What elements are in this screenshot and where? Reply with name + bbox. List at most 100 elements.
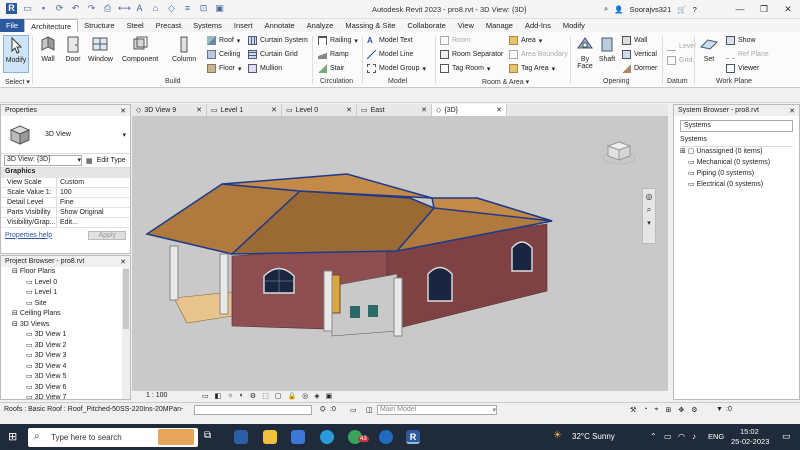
- column-button[interactable]: Column: [172, 35, 196, 63]
- wall-button[interactable]: Wall: [38, 35, 58, 63]
- level-button[interactable]: Level: [667, 42, 696, 51]
- modify-button[interactable]: Modify: [3, 35, 29, 73]
- restore-icon[interactable]: ❐: [752, 0, 776, 19]
- system-item[interactable]: ▭ Mechanical (0 systems): [680, 158, 799, 169]
- component-button[interactable]: Component: [122, 35, 158, 63]
- view-tab[interactable]: ◇ 3D View 9 ✕: [132, 104, 207, 116]
- nav-menu-icon[interactable]: ▾: [647, 219, 651, 227]
- arched-window[interactable]: [511, 241, 533, 272]
- background-process-icon[interactable]: ⚙: [691, 406, 697, 414]
- ribbon-tab-insert[interactable]: Insert: [228, 19, 259, 32]
- close-tab-icon[interactable]: ✕: [496, 106, 502, 114]
- measure-icon[interactable]: ⟷: [118, 3, 131, 14]
- select-underlay-icon[interactable]: ◔: [643, 406, 647, 414]
- sun-path-icon[interactable]: ☼: [227, 392, 233, 400]
- close-icon[interactable]: ✕: [120, 258, 126, 266]
- wall-opening-button[interactable]: Wall: [622, 36, 647, 45]
- save-icon[interactable]: ▪: [38, 3, 49, 14]
- worksharing-icon[interactable]: ▣: [326, 392, 333, 400]
- 3d-view-icon[interactable]: ⌂: [150, 3, 161, 14]
- battery-icon[interactable]: ▭: [664, 432, 672, 441]
- property-row[interactable]: View Scale Custom: [1, 178, 130, 188]
- tree-folder[interactable]: ⊟ 3D Views: [1, 320, 130, 331]
- tree-view-item[interactable]: ▭ Level 1: [1, 288, 130, 299]
- thin-lines-icon[interactable]: ≡: [182, 3, 193, 14]
- editable-icon[interactable]: ▭: [350, 406, 357, 414]
- system-filter-select[interactable]: Systems: [680, 120, 793, 132]
- curtain-grid-button[interactable]: Curtain Grid: [248, 50, 298, 59]
- detail-level-icon[interactable]: ▭: [202, 392, 209, 400]
- system-item[interactable]: ▭ Electrical (0 systems): [680, 180, 799, 191]
- revit-app-icon[interactable]: R: [406, 430, 420, 444]
- close-tab-icon[interactable]: ✕: [271, 106, 277, 114]
- ribbon-tab-modify[interactable]: Modify: [557, 19, 591, 32]
- cart-icon[interactable]: 🛒: [677, 5, 686, 14]
- ribbon-tab-view[interactable]: View: [452, 19, 480, 32]
- ramp-button[interactable]: Ramp: [318, 50, 349, 59]
- chair[interactable]: [350, 306, 360, 318]
- workset-select[interactable]: [194, 405, 312, 415]
- column[interactable]: [393, 277, 403, 337]
- scrollbar[interactable]: [122, 267, 130, 399]
- ribbon-tab-add-ins[interactable]: Add-Ins: [519, 19, 557, 32]
- ribbon-tab-file[interactable]: File: [0, 19, 25, 32]
- clock-date[interactable]: 25-02-2023: [731, 437, 769, 446]
- notifications-icon[interactable]: ▭: [782, 431, 791, 442]
- property-value[interactable]: Fine: [56, 198, 130, 207]
- by-face-button[interactable]: By Face: [574, 35, 596, 70]
- ribbon-tab-architecture[interactable]: Architecture: [24, 19, 79, 32]
- worksharing-icon[interactable]: ⛭: [320, 406, 326, 414]
- temp-hide-icon[interactable]: ◎: [302, 392, 308, 400]
- wifi-icon[interactable]: ◠: [678, 432, 685, 441]
- viewer-button[interactable]: Viewer: [726, 64, 759, 73]
- area-boundary-button[interactable]: Area Boundary: [509, 50, 568, 59]
- model-line-button[interactable]: Model Line: [367, 50, 413, 59]
- zoom-app-icon[interactable]: [379, 430, 393, 444]
- design-option-select[interactable]: Main Model ▾: [377, 405, 497, 415]
- door-button[interactable]: Door: [63, 35, 83, 63]
- property-value[interactable]: Edit...: [56, 218, 130, 227]
- steering-wheel-icon[interactable]: ◎: [646, 192, 653, 201]
- switch-windows-icon[interactable]: ▣: [214, 3, 225, 14]
- system-item[interactable]: ⊞ ▢ Unassigned (0 items): [680, 147, 799, 158]
- ribbon-tab-precast[interactable]: Precast: [150, 19, 187, 32]
- shaft-button[interactable]: Shaft: [597, 35, 617, 63]
- close-tab-icon[interactable]: ✕: [421, 106, 427, 114]
- tree-folder[interactable]: ⊟ Floor Plans: [1, 267, 130, 278]
- task-view-icon[interactable]: ⧉: [204, 430, 211, 441]
- tag-room-button[interactable]: Tag Room ▾: [440, 64, 490, 73]
- close-icon[interactable]: ✕: [776, 0, 800, 19]
- roof-button[interactable]: Roof ▾: [207, 36, 240, 45]
- set-button[interactable]: Set: [699, 35, 719, 63]
- print-icon[interactable]: ⎙: [102, 3, 113, 14]
- grid-button[interactable]: Grid: [667, 56, 692, 65]
- area-button[interactable]: Area ▾: [509, 36, 542, 45]
- ribbon-tab-collaborate[interactable]: Collaborate: [401, 19, 451, 32]
- close-icon[interactable]: ✕: [789, 107, 795, 115]
- minimize-icon[interactable]: —: [728, 0, 752, 19]
- drag-elements-icon[interactable]: ✥: [678, 406, 684, 414]
- help-icon[interactable]: ?: [693, 5, 697, 14]
- chair[interactable]: [368, 305, 378, 317]
- arched-window[interactable]: [427, 266, 453, 302]
- curtain-system-button[interactable]: Curtain System: [248, 36, 308, 45]
- language-indicator[interactable]: ENG: [708, 432, 724, 441]
- property-value[interactable]: Show Original: [56, 208, 130, 217]
- room-button[interactable]: Room: [440, 36, 471, 45]
- close-tab-icon[interactable]: ✕: [346, 106, 352, 114]
- mail-icon[interactable]: [234, 430, 248, 444]
- select-links-icon[interactable]: ⚒: [630, 406, 636, 414]
- dormer-button[interactable]: Dormer: [622, 64, 657, 73]
- tree-view-item[interactable]: ▭ 3D View 5: [1, 372, 130, 383]
- section-icon[interactable]: ◇: [166, 3, 177, 14]
- select-pinned-icon[interactable]: ⌖: [655, 406, 659, 414]
- revit-logo-icon[interactable]: R: [6, 3, 17, 14]
- view-tab[interactable]: ▭ Level 0 ✕: [282, 104, 357, 116]
- model-text-button[interactable]: A Model Text: [367, 36, 413, 45]
- select-face-icon[interactable]: ⊞: [665, 406, 671, 414]
- ribbon-tab-steel[interactable]: Steel: [121, 19, 150, 32]
- text-icon[interactable]: A: [134, 3, 145, 14]
- properties-help-link[interactable]: Properties help: [5, 232, 52, 239]
- room-separator-button[interactable]: Room Separator: [440, 50, 503, 59]
- redo-icon[interactable]: ↷: [86, 3, 97, 14]
